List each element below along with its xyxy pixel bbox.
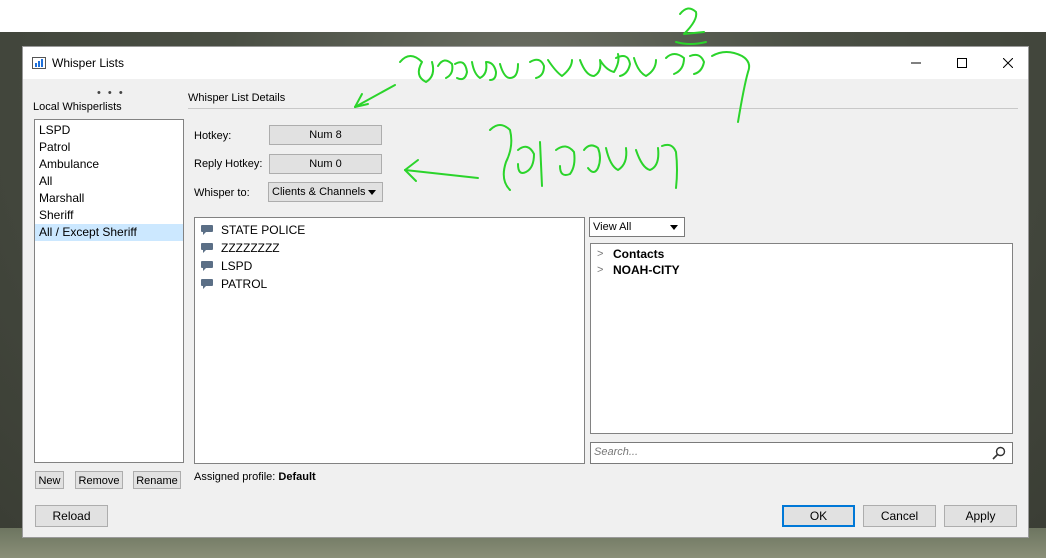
app-icon (32, 57, 46, 69)
minimize-button[interactable] (893, 47, 939, 79)
tree-item-label: Contacts (613, 247, 665, 261)
chat-bubble-icon (201, 243, 213, 253)
channel-name: PATROL (221, 277, 268, 291)
details-heading: Whisper List Details (188, 92, 286, 104)
channel-item[interactable]: LSPD (195, 257, 584, 275)
tree-item-label: NOAH-CITY (613, 263, 680, 277)
chat-bubble-icon (201, 279, 213, 289)
dropdown-arrow-icon (368, 190, 376, 195)
window-title: Whisper Lists (52, 56, 125, 70)
close-icon (1003, 58, 1013, 68)
contacts-tree[interactable]: > Contacts > NOAH-CITY (590, 243, 1013, 434)
close-button[interactable] (985, 47, 1031, 79)
list-item[interactable]: Patrol (35, 139, 183, 156)
maximize-button[interactable] (939, 47, 985, 79)
chevron-right-icon[interactable]: > (597, 246, 603, 262)
search-placeholder: Search... (594, 446, 639, 458)
hotkey-label: Hotkey: (194, 130, 232, 142)
chevron-right-icon[interactable]: > (597, 262, 603, 278)
channel-name: LSPD (221, 259, 253, 273)
reload-button[interactable]: Reload (35, 505, 108, 527)
channel-item[interactable]: PATROL (195, 275, 584, 293)
channel-item[interactable]: ZZZZZZZZ (195, 239, 584, 257)
list-item[interactable]: All (35, 173, 183, 190)
local-whisperlists-heading: Local Whisperlists (33, 101, 122, 113)
view-filter-select[interactable]: View All (589, 217, 685, 237)
search-input[interactable]: Search... (590, 442, 1013, 464)
title-bar[interactable]: Whisper Lists (23, 47, 1028, 79)
apply-button[interactable]: Apply (944, 505, 1017, 527)
list-item[interactable]: LSPD (35, 122, 183, 139)
hotkey-button[interactable]: Num 8 (269, 125, 382, 145)
dropdown-arrow-icon (670, 225, 678, 230)
more-options-icon[interactable]: • • • (97, 87, 125, 99)
ok-button[interactable]: OK (782, 505, 855, 527)
maximize-icon (957, 58, 967, 68)
reply-hotkey-button[interactable]: Num 0 (269, 154, 382, 174)
details-separator (188, 108, 1018, 109)
whisper-to-select[interactable]: Clients & Channels (268, 182, 383, 202)
search-icon[interactable] (992, 446, 1006, 460)
tree-item-contacts[interactable]: > Contacts (591, 246, 1012, 262)
channel-name: ZZZZZZZZ (221, 241, 280, 255)
list-item[interactable]: Ambulance (35, 156, 183, 173)
assigned-profile-value: Default (278, 471, 316, 483)
channel-item[interactable]: STATE POLICE (195, 221, 584, 239)
remove-button[interactable]: Remove (75, 471, 123, 489)
new-button[interactable]: New (35, 471, 64, 489)
list-item-selected[interactable]: All / Except Sheriff (35, 224, 183, 241)
reply-hotkey-label: Reply Hotkey: (194, 158, 263, 170)
minimize-icon (911, 62, 921, 64)
chat-bubble-icon (201, 225, 213, 235)
whisper-lists-window: Whisper Lists • • • Local Whisperlists L… (22, 46, 1029, 538)
desktop-top-strip (0, 0, 1046, 32)
whisper-targets-list[interactable]: STATE POLICE ZZZZZZZZ LSPD PATROL (194, 217, 585, 464)
assigned-profile-label: Assigned profile: (194, 471, 276, 483)
rename-button[interactable]: Rename (133, 471, 181, 489)
list-item[interactable]: Marshall (35, 190, 183, 207)
chat-bubble-icon (201, 261, 213, 271)
tree-item-server[interactable]: > NOAH-CITY (591, 262, 1012, 278)
whisperlist-list[interactable]: LSPD Patrol Ambulance All Marshall Sheri… (34, 119, 184, 463)
list-item[interactable]: Sheriff (35, 207, 183, 224)
view-filter-value: View All (593, 221, 632, 233)
channel-name: STATE POLICE (221, 223, 306, 237)
assigned-profile: Assigned profile: Default (194, 471, 316, 483)
whisper-to-label: Whisper to: (194, 187, 250, 199)
cancel-button[interactable]: Cancel (863, 505, 936, 527)
whisper-to-value: Clients & Channels (272, 186, 366, 198)
